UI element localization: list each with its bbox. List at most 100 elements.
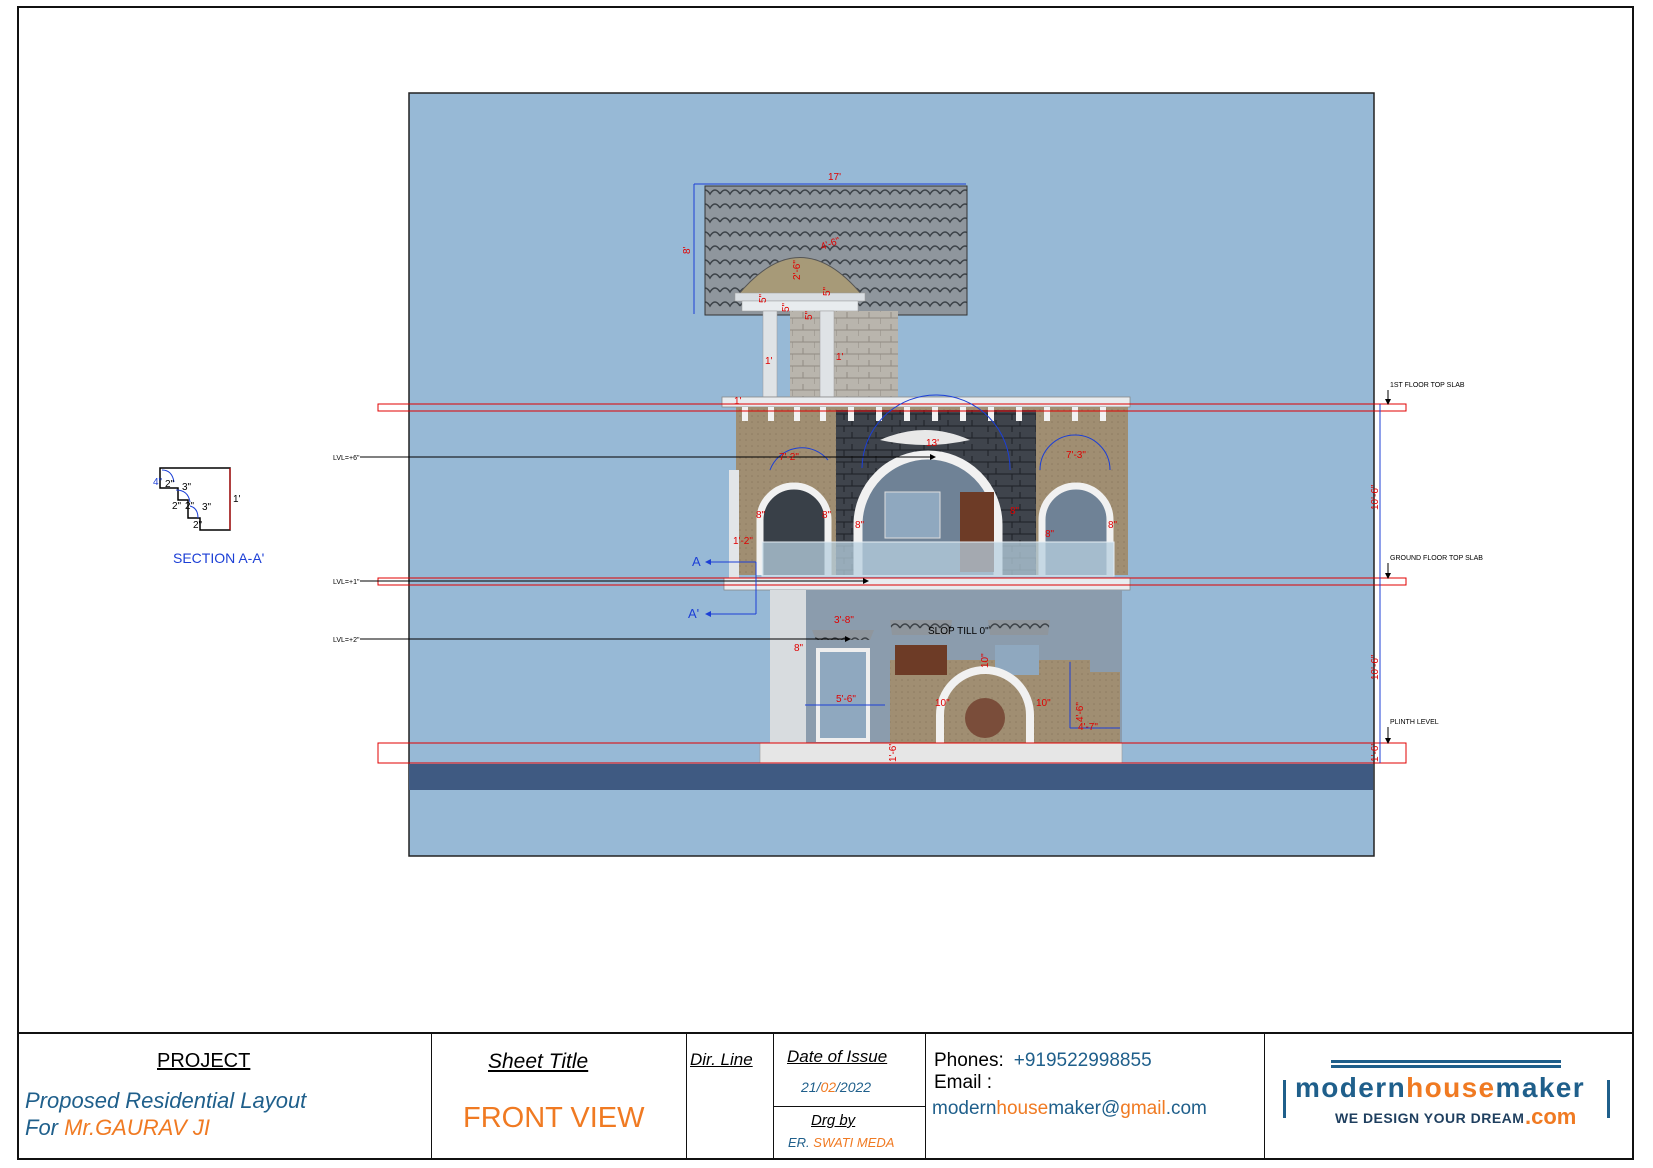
logo-side-left [1283, 1080, 1286, 1118]
project-cell: PROJECT Proposed Residential Layout For … [17, 1034, 432, 1160]
sec-dim-4: 4" [153, 477, 163, 488]
relief-ornament [965, 698, 1005, 738]
dim-5c: 5" [804, 310, 815, 320]
logo-com: .com [1525, 1104, 1577, 1129]
dim-window-width: 5'-6" [836, 694, 856, 705]
column-left [762, 310, 778, 398]
first-floor [721, 396, 1131, 580]
logo-cell: modernhousemaker WE DESIGN YOUR DREAM .c… [1265, 1034, 1634, 1160]
dim-floor-height-2: 10'-6" [1370, 654, 1381, 680]
title-block: PROJECT Proposed Residential Layout For … [17, 1032, 1634, 1160]
window-center [895, 645, 947, 675]
dim-10b: 10" [935, 698, 950, 709]
email-part: modern [932, 1098, 997, 1119]
project-client-line: For Mr.GAURAV JI [25, 1115, 210, 1141]
dim-8b: 8" [822, 510, 832, 521]
stair-block [790, 311, 898, 397]
column-right [819, 310, 835, 398]
sheet-title-cell: Sheet Title FRONT VIEW [432, 1034, 687, 1160]
dim-8c: 8" [855, 520, 865, 531]
level-lvl1: LVL=+1" [333, 579, 360, 586]
email-part: gmail [1120, 1098, 1166, 1119]
dim-8e: 8" [1045, 529, 1055, 540]
dim-gate-base: 4'-7" [1078, 722, 1098, 733]
brand-logo: modernhousemaker WE DESIGN YOUR DREAM .c… [1279, 1056, 1615, 1140]
plinth [759, 742, 1123, 764]
dim-arch-left: 7'-2" [779, 452, 799, 463]
level-lvl6: LVL=+6" [333, 455, 360, 462]
logo-modern: modern [1295, 1072, 1407, 1103]
dim-10a: 10" [980, 653, 991, 668]
project-client: Mr.GAURAV JI [64, 1115, 210, 1140]
sheet-title-value: FRONT VIEW [463, 1102, 645, 1134]
project-name: Proposed Residential Layout [25, 1088, 307, 1113]
drg-separator [774, 1106, 925, 1107]
dim-5d: 5" [822, 286, 833, 296]
section-marker-a: A [692, 554, 701, 569]
logo-bar-top-2 [1331, 1065, 1561, 1068]
dim-arch-right: 7'-3" [1066, 450, 1086, 461]
dim-8d: 8" [1010, 506, 1020, 517]
dim-window-top: 3'-8" [834, 615, 854, 626]
date-month: 02 [820, 1079, 837, 1095]
dir-line-cell: Dir. Line [687, 1034, 774, 1160]
sec-dim-1: 1' [233, 494, 241, 505]
center-window [884, 491, 941, 539]
dim-8f: 8" [1108, 520, 1118, 531]
drg-name: SWATI MEDA [813, 1135, 895, 1150]
phones-label: Phones: [934, 1050, 1004, 1071]
sheet-title-heading: Sheet Title [488, 1050, 589, 1073]
dim-roof-width: 17' [828, 172, 841, 183]
date-year: /2022 [836, 1079, 872, 1095]
logo-side-right [1607, 1080, 1610, 1118]
balcony-glass [761, 541, 1115, 577]
dim-8a: 8" [756, 510, 766, 521]
logo-wordmark: modernhousemaker [1295, 1072, 1585, 1104]
front-elevation-drawing: 4" 2" 3" 2" 2" 3" 2" 1' SECTION A-A' LVL… [153, 92, 1483, 857]
email-value[interactable]: modernhousemaker@gmail.com [932, 1098, 1207, 1120]
contact-cell: Phones: +919522998855 Email : modernhouse… [926, 1034, 1265, 1160]
date-day: 21/ [801, 1079, 821, 1095]
window-right-canopy [988, 620, 1050, 635]
sec-dim-3a: 3" [182, 482, 192, 493]
phones: Phones: +919522998855 [934, 1050, 1152, 1072]
logo-bar-top [1331, 1060, 1561, 1063]
road-ground [409, 764, 1373, 790]
dim-1a: 1' [765, 356, 773, 367]
project-for: For [25, 1115, 65, 1140]
slope-note: SLOP TILL 0" [928, 626, 989, 637]
date-heading: Date of Issue [787, 1047, 888, 1066]
dim-8g: 8" [794, 643, 804, 654]
sec-dim-3b: 3" [202, 502, 212, 513]
dim-floor-height-1: 10'-6" [1370, 484, 1381, 510]
logo-house: house [1406, 1072, 1496, 1103]
email-part: maker@ [1048, 1098, 1121, 1119]
email-part: house [996, 1098, 1049, 1119]
drg-heading: Drg by [811, 1112, 856, 1129]
level-ground-floor-top-slab: GROUND FLOOR TOP SLAB [1390, 555, 1483, 562]
date-cell: Date of Issue 21/02/2022 Drg by ER. SWAT… [774, 1034, 926, 1160]
sec-dim-2b: 2" [172, 501, 182, 512]
date-value: 21/02/2022 [801, 1079, 871, 1095]
section-label: SECTION A-A' [173, 550, 264, 566]
ground-floor [770, 590, 1122, 745]
dim-1b: 1' [836, 352, 844, 363]
drg-prefix: ER. [788, 1135, 814, 1150]
level-first-floor-top-slab: 1ST FLOOR TOP SLAB [1390, 382, 1465, 389]
dim-10c: 10" [1036, 698, 1051, 709]
dim-1-2: 1'-2" [733, 536, 753, 547]
dim-arch-center: 13' [926, 438, 939, 449]
section-aa-detail: 4" 2" 3" 2" 2" 3" 2" 1' SECTION A-A' [153, 467, 264, 566]
dim-gate-height: 4'-6" [1075, 702, 1086, 722]
sec-dim-2c: 2" [185, 501, 195, 512]
drg-value: ER. SWATI MEDA [788, 1135, 894, 1150]
dim-plinth-right: 1'-6" [1370, 742, 1381, 762]
email-label: Email : [934, 1072, 993, 1093]
dim-plinth-height: 1'-6" [888, 742, 899, 762]
level-plinth: PLINTH LEVEL [1390, 719, 1439, 726]
dim-dome-height: 2'-6" [792, 260, 803, 280]
logo-maker: maker [1495, 1072, 1586, 1103]
phones-value: +919522998855 [1013, 1050, 1152, 1071]
dim-5b: 5" [781, 302, 792, 312]
project-heading: PROJECT [157, 1050, 251, 1072]
